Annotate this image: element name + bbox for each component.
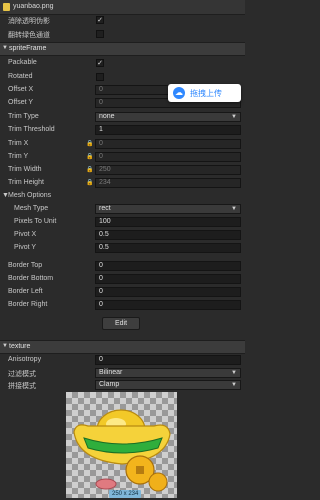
pixels-to-unit-label: Pixels To Unit xyxy=(14,218,57,225)
chevron-down-icon: ▼ xyxy=(231,382,237,388)
trim-x-row: Trim X 🔒 0 xyxy=(0,139,245,150)
asset-filename: yuanbao.png xyxy=(13,3,54,10)
border-bottom-input[interactable]: 0 xyxy=(95,274,241,284)
trim-y-input[interactable]: 0 xyxy=(95,152,241,162)
lock-icon: 🔒 xyxy=(86,141,94,147)
trim-type-label: Trim Type xyxy=(8,113,39,120)
trim-width-input[interactable]: 250 xyxy=(95,165,241,175)
border-right-row: Border Right 0 xyxy=(0,300,245,311)
offset-y-label: Offset Y xyxy=(8,99,34,106)
flip-green-channel-row: 翻转绿色通道 xyxy=(0,29,245,40)
chevron-down-icon: ▼ xyxy=(231,206,237,212)
pixels-to-unit-input[interactable]: 100 xyxy=(95,217,241,227)
filter-mode-select[interactable]: Bilinear ▼ xyxy=(95,368,241,378)
filter-mode-value: Bilinear xyxy=(99,369,123,376)
mesh-type-label: Mesh Type xyxy=(14,205,49,212)
filter-mode-label: 过滤模式 xyxy=(8,371,36,378)
border-bottom-label: Border Bottom xyxy=(8,275,54,282)
trim-x-label: Trim X xyxy=(8,140,29,147)
trim-y-row: Trim Y 🔒 0 xyxy=(0,152,245,163)
rotated-row: Rotated xyxy=(0,72,245,83)
anisotropy-label: Anisotropy xyxy=(8,356,42,363)
pivot-x-label: Pivot X xyxy=(14,231,37,238)
lock-icon: 🔒 xyxy=(86,180,94,186)
trim-height-input[interactable]: 234 xyxy=(95,178,241,188)
anisotropy-row: Anisotropy 0 xyxy=(0,355,245,366)
wrap-mode-row: 拼接模式 Clamp ▼ xyxy=(0,380,245,391)
wrap-mode-value: Clamp xyxy=(99,381,120,388)
packable-checkbox[interactable]: ✓ xyxy=(96,59,104,67)
border-bottom-row: Border Bottom 0 xyxy=(0,274,245,285)
drag-upload-button[interactable]: ☁ 拖拽上传 xyxy=(168,84,241,102)
texture-section-header[interactable]: ▼ texture xyxy=(0,340,245,354)
trim-height-label: Trim Height xyxy=(8,179,44,186)
collapse-arrow-icon: ▼ xyxy=(2,45,8,51)
pivot-x-input[interactable]: 0.5 xyxy=(95,230,241,240)
border-left-label: Border Left xyxy=(8,288,43,295)
pivot-x-row: Pivot X 0.5 xyxy=(0,230,245,241)
lock-icon: 🔒 xyxy=(86,167,94,173)
rotated-checkbox[interactable] xyxy=(96,73,104,81)
drag-upload-label: 拖拽上传 xyxy=(190,89,222,98)
chevron-down-icon: ▼ xyxy=(231,114,237,120)
gold-ingot-image xyxy=(73,409,171,492)
texture-preview xyxy=(66,392,177,498)
mesh-type-row: Mesh Type rect ▼ xyxy=(0,204,245,215)
trim-width-label: Trim Width xyxy=(8,166,42,173)
spriteframe-section-header[interactable]: ▼ spriteFrame xyxy=(0,42,245,56)
fix-alpha-label: 消除透明伪影 xyxy=(8,18,50,25)
trim-threshold-label: Trim Threshold xyxy=(8,126,55,133)
image-dimensions-badge: 250 x 234 xyxy=(109,490,142,498)
offset-x-label: Offset X xyxy=(8,86,34,93)
flip-green-label: 翻转绿色通道 xyxy=(8,32,50,39)
pivot-y-input[interactable]: 0.5 xyxy=(95,243,241,253)
rotated-label: Rotated xyxy=(8,73,33,80)
section-title: texture xyxy=(9,343,31,350)
anisotropy-input[interactable]: 0 xyxy=(95,355,241,365)
border-top-label: Border Top xyxy=(8,262,43,269)
pixels-to-unit-row: Pixels To Unit 100 xyxy=(0,217,245,228)
packable-label: Packable xyxy=(8,59,37,66)
border-right-input[interactable]: 0 xyxy=(95,300,241,310)
border-left-row: Border Left 0 xyxy=(0,287,245,298)
wrap-mode-select[interactable]: Clamp ▼ xyxy=(95,380,241,390)
lock-icon: 🔒 xyxy=(86,154,94,160)
mesh-options-label: Mesh Options xyxy=(8,192,52,199)
section-title: spriteFrame xyxy=(9,45,47,52)
trim-type-row: Trim Type none ▼ xyxy=(0,112,245,123)
mesh-options-row[interactable]: ▼ Mesh Options xyxy=(0,191,245,202)
border-right-label: Border Right xyxy=(8,301,48,308)
image-file-icon xyxy=(3,3,10,11)
flip-green-checkbox[interactable] xyxy=(96,30,104,38)
trim-type-select[interactable]: none ▼ xyxy=(95,112,241,122)
trim-y-label: Trim Y xyxy=(8,153,29,160)
trim-width-row: Trim Width 🔒 250 xyxy=(0,165,245,176)
trim-threshold-row: Trim Threshold 1 xyxy=(0,125,245,136)
trim-threshold-input[interactable]: 1 xyxy=(95,125,241,135)
trim-type-value: none xyxy=(99,113,115,120)
border-left-input[interactable]: 0 xyxy=(95,287,241,297)
chevron-down-icon: ▼ xyxy=(231,370,237,376)
filter-mode-row: 过滤模式 Bilinear ▼ xyxy=(0,368,245,379)
fix-alpha-checkbox[interactable]: ✓ xyxy=(96,16,104,24)
trim-x-input[interactable]: 0 xyxy=(95,139,241,149)
collapse-arrow-icon: ▼ xyxy=(2,343,8,349)
cloud-upload-icon: ☁ xyxy=(173,87,185,99)
asset-header: yuanbao.png xyxy=(0,0,245,15)
mesh-type-select[interactable]: rect ▼ xyxy=(95,204,241,214)
packable-row: Packable ✓ xyxy=(0,58,245,69)
fix-alpha-transparency-row: 消除透明伪影 ✓ xyxy=(0,15,245,26)
border-top-input[interactable]: 0 xyxy=(95,261,241,271)
pivot-y-label: Pivot Y xyxy=(14,244,37,251)
border-top-row: Border Top 0 xyxy=(0,261,245,272)
trim-height-row: Trim Height 🔒 234 xyxy=(0,178,245,189)
edit-button[interactable]: Edit xyxy=(102,317,140,330)
wrap-mode-label: 拼接模式 xyxy=(8,383,36,390)
mesh-type-value: rect xyxy=(99,205,111,212)
pivot-y-row: Pivot Y 0.5 xyxy=(0,243,245,254)
